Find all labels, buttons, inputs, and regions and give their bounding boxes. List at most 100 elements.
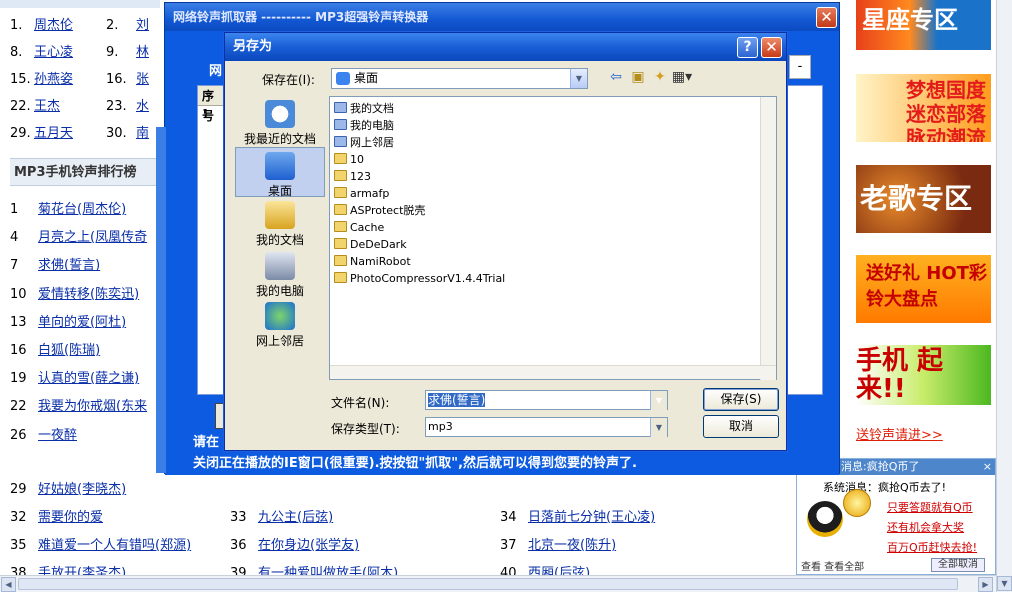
- page-vertical-scrollbar[interactable]: ▼: [996, 0, 1012, 592]
- file-list-horizontal-scrollbar[interactable]: [330, 365, 776, 379]
- place-recent[interactable]: 我最近的文档: [235, 96, 325, 147]
- side-list[interactable]: [781, 85, 823, 395]
- singer-rank: 9.: [106, 45, 119, 60]
- places-bar: 我最近的文档 桌面 我的文档 我的电脑 网上邻居: [235, 96, 325, 392]
- place-label: 我的文档: [255, 233, 304, 247]
- qq-link-answer[interactable]: 只要答题就有Q币: [887, 499, 973, 515]
- list-item[interactable]: 我的电脑: [334, 117, 754, 134]
- song-link[interactable]: 爱情转移(陈奕迅): [38, 287, 139, 302]
- song-link[interactable]: 北京一夜(陈升): [528, 538, 616, 553]
- song-link[interactable]: 在你身边(张学友): [258, 538, 359, 553]
- chevron-down-icon[interactable]: ▼: [650, 418, 667, 437]
- cancel-button[interactable]: 取消: [703, 415, 779, 438]
- rank-number: 29: [10, 482, 27, 497]
- rank-row: 22 我要为你戒烟(东来: [10, 393, 160, 421]
- singer-link[interactable]: 水: [136, 93, 156, 120]
- qq-link-prize[interactable]: 还有机会拿大奖: [887, 519, 964, 535]
- song-link[interactable]: 九公主(后弦): [258, 510, 333, 525]
- filetype-label: 保存类型(T):: [331, 422, 400, 436]
- ringtone-list[interactable]: 序号 1: [197, 85, 225, 395]
- list-item[interactable]: Cache: [334, 219, 754, 236]
- song-link[interactable]: 月亮之上(凤凰传奇: [38, 230, 147, 245]
- new-folder-icon[interactable]: ✦: [649, 69, 671, 85]
- send-ringtone-link[interactable]: 送铃声请进>>: [856, 424, 943, 443]
- banner-gift[interactable]: 送好礼 HOT彩铃大盘点: [856, 255, 991, 323]
- song-link[interactable]: 菊花台(周杰伦): [38, 202, 126, 217]
- minimize-button[interactable]: -: [789, 55, 811, 79]
- song-link[interactable]: 日落前七分钟(王心凌): [528, 510, 655, 525]
- list-item[interactable]: 网上邻居: [334, 134, 754, 151]
- filename-value[interactable]: 求佛(誓言): [428, 393, 486, 407]
- song-link[interactable]: 求佛(誓言): [38, 258, 100, 273]
- list-item[interactable]: 123: [334, 168, 754, 185]
- singer-link[interactable]: 刘: [136, 12, 156, 39]
- place-my-documents[interactable]: 我的文档: [235, 197, 325, 248]
- banner-oldsongs[interactable]: 老歌专区: [856, 165, 991, 233]
- song-link[interactable]: 单向的爱(阿杜): [38, 315, 126, 330]
- singer-rank: 2.: [106, 18, 119, 33]
- song-link[interactable]: 好姑娘(李晓杰): [38, 482, 126, 497]
- back-icon[interactable]: ⇦: [605, 69, 627, 85]
- rank-number: 7: [10, 258, 19, 274]
- song-link[interactable]: 难道爱一个人有错吗(郑源): [38, 538, 191, 553]
- page-horizontal-scrollbar[interactable]: ◀ ▶: [0, 575, 996, 592]
- scroll-right-icon[interactable]: ▶: [978, 577, 993, 592]
- singer-link[interactable]: 五月天: [34, 120, 106, 147]
- singer-link[interactable]: 周杰伦: [34, 12, 106, 39]
- singer-link[interactable]: 王杰: [34, 93, 106, 120]
- place-my-computer[interactable]: 我的电脑: [235, 248, 325, 299]
- chevron-down-icon[interactable]: ▼: [650, 391, 667, 410]
- scroll-down-icon[interactable]: ▼: [997, 576, 1012, 591]
- filetype-dropdown[interactable]: mp3 ▼: [425, 417, 668, 437]
- chevron-down-icon[interactable]: ▼: [570, 69, 587, 88]
- close-icon[interactable]: ×: [983, 459, 992, 475]
- list-item[interactable]: ASProtect脱壳: [334, 202, 754, 219]
- song-link[interactable]: 白狐(陈瑞): [38, 343, 100, 358]
- file-list[interactable]: 我的文档我的电脑网上邻居 10 123 armafp ASProtect脱壳 Cache D…: [329, 96, 777, 380]
- banner-constellation[interactable]: 星座专区: [856, 0, 991, 50]
- url-label: 网: [209, 64, 223, 79]
- song-link[interactable]: 我要为你戒烟(东来: [38, 399, 147, 414]
- scrollbar-thumb[interactable]: [18, 578, 958, 590]
- help-icon[interactable]: ?: [737, 37, 758, 58]
- list-item[interactable]: 10: [334, 151, 754, 168]
- list-header[interactable]: 序号: [198, 86, 224, 123]
- filename-input[interactable]: 求佛(誓言) ▼: [425, 390, 668, 410]
- singer-link[interactable]: 林: [136, 39, 156, 66]
- singer-link[interactable]: 南: [136, 120, 156, 147]
- table-cell: 33 九公主(后弦): [230, 504, 333, 532]
- scroll-left-icon[interactable]: ◀: [1, 577, 16, 592]
- list-item[interactable]: PhotoCompressorV1.4.4Trial: [334, 270, 754, 287]
- save-in-dropdown[interactable]: 桌面 ▼: [331, 68, 588, 89]
- place-label: 我的电脑: [255, 283, 304, 298]
- network-icon: [265, 302, 295, 330]
- close-icon[interactable]: ✕: [761, 37, 782, 58]
- qq-promo-popup: 消息:疯抢Q币了 × 系统消息：疯抢Q币去了! 只要答题就有Q币 还有机会拿大奖 …: [796, 458, 996, 575]
- file-name: 我的电脑: [350, 119, 394, 132]
- banner-phone[interactable]: 手机 起来!!: [856, 345, 991, 405]
- list-item[interactable]: NamiRobot: [334, 253, 754, 270]
- song-link[interactable]: 需要你的爱: [38, 510, 103, 525]
- cancel-all-button[interactable]: 全部取消: [931, 558, 985, 572]
- view-menu-icon[interactable]: ▦▾: [671, 69, 693, 85]
- singer-link[interactable]: 张: [136, 66, 156, 93]
- place-network[interactable]: 网上邻居: [235, 298, 325, 349]
- close-icon[interactable]: ✕: [816, 7, 837, 28]
- qq-view-options[interactable]: 查看 查看全部: [801, 562, 864, 573]
- place-desktop[interactable]: 桌面: [235, 146, 325, 198]
- singer-link[interactable]: 孙燕姿: [34, 66, 106, 93]
- save-button[interactable]: 保存(S): [703, 388, 779, 411]
- list-item[interactable]: DeDeDark: [334, 236, 754, 253]
- banner-dream[interactable]: 梦想国度 迷恋部落 脉动潮流: [856, 74, 991, 142]
- singer-link[interactable]: 王心凌: [34, 39, 106, 66]
- qq-link-grab[interactable]: 百万Q币赶快去抢!: [887, 539, 977, 555]
- list-item[interactable]: 我的文档: [334, 100, 754, 117]
- up-folder-icon[interactable]: ▣: [627, 69, 649, 85]
- file-name: 我的文档: [350, 102, 394, 115]
- qq-penguin-icon: [807, 501, 843, 537]
- file-list-vertical-scrollbar[interactable]: [760, 97, 776, 380]
- song-link[interactable]: 认真的雪(薛之谦): [38, 371, 139, 386]
- place-label: 我最近的文档: [243, 132, 316, 146]
- song-link[interactable]: 一夜醉: [38, 428, 77, 443]
- list-item[interactable]: armafp: [334, 185, 754, 202]
